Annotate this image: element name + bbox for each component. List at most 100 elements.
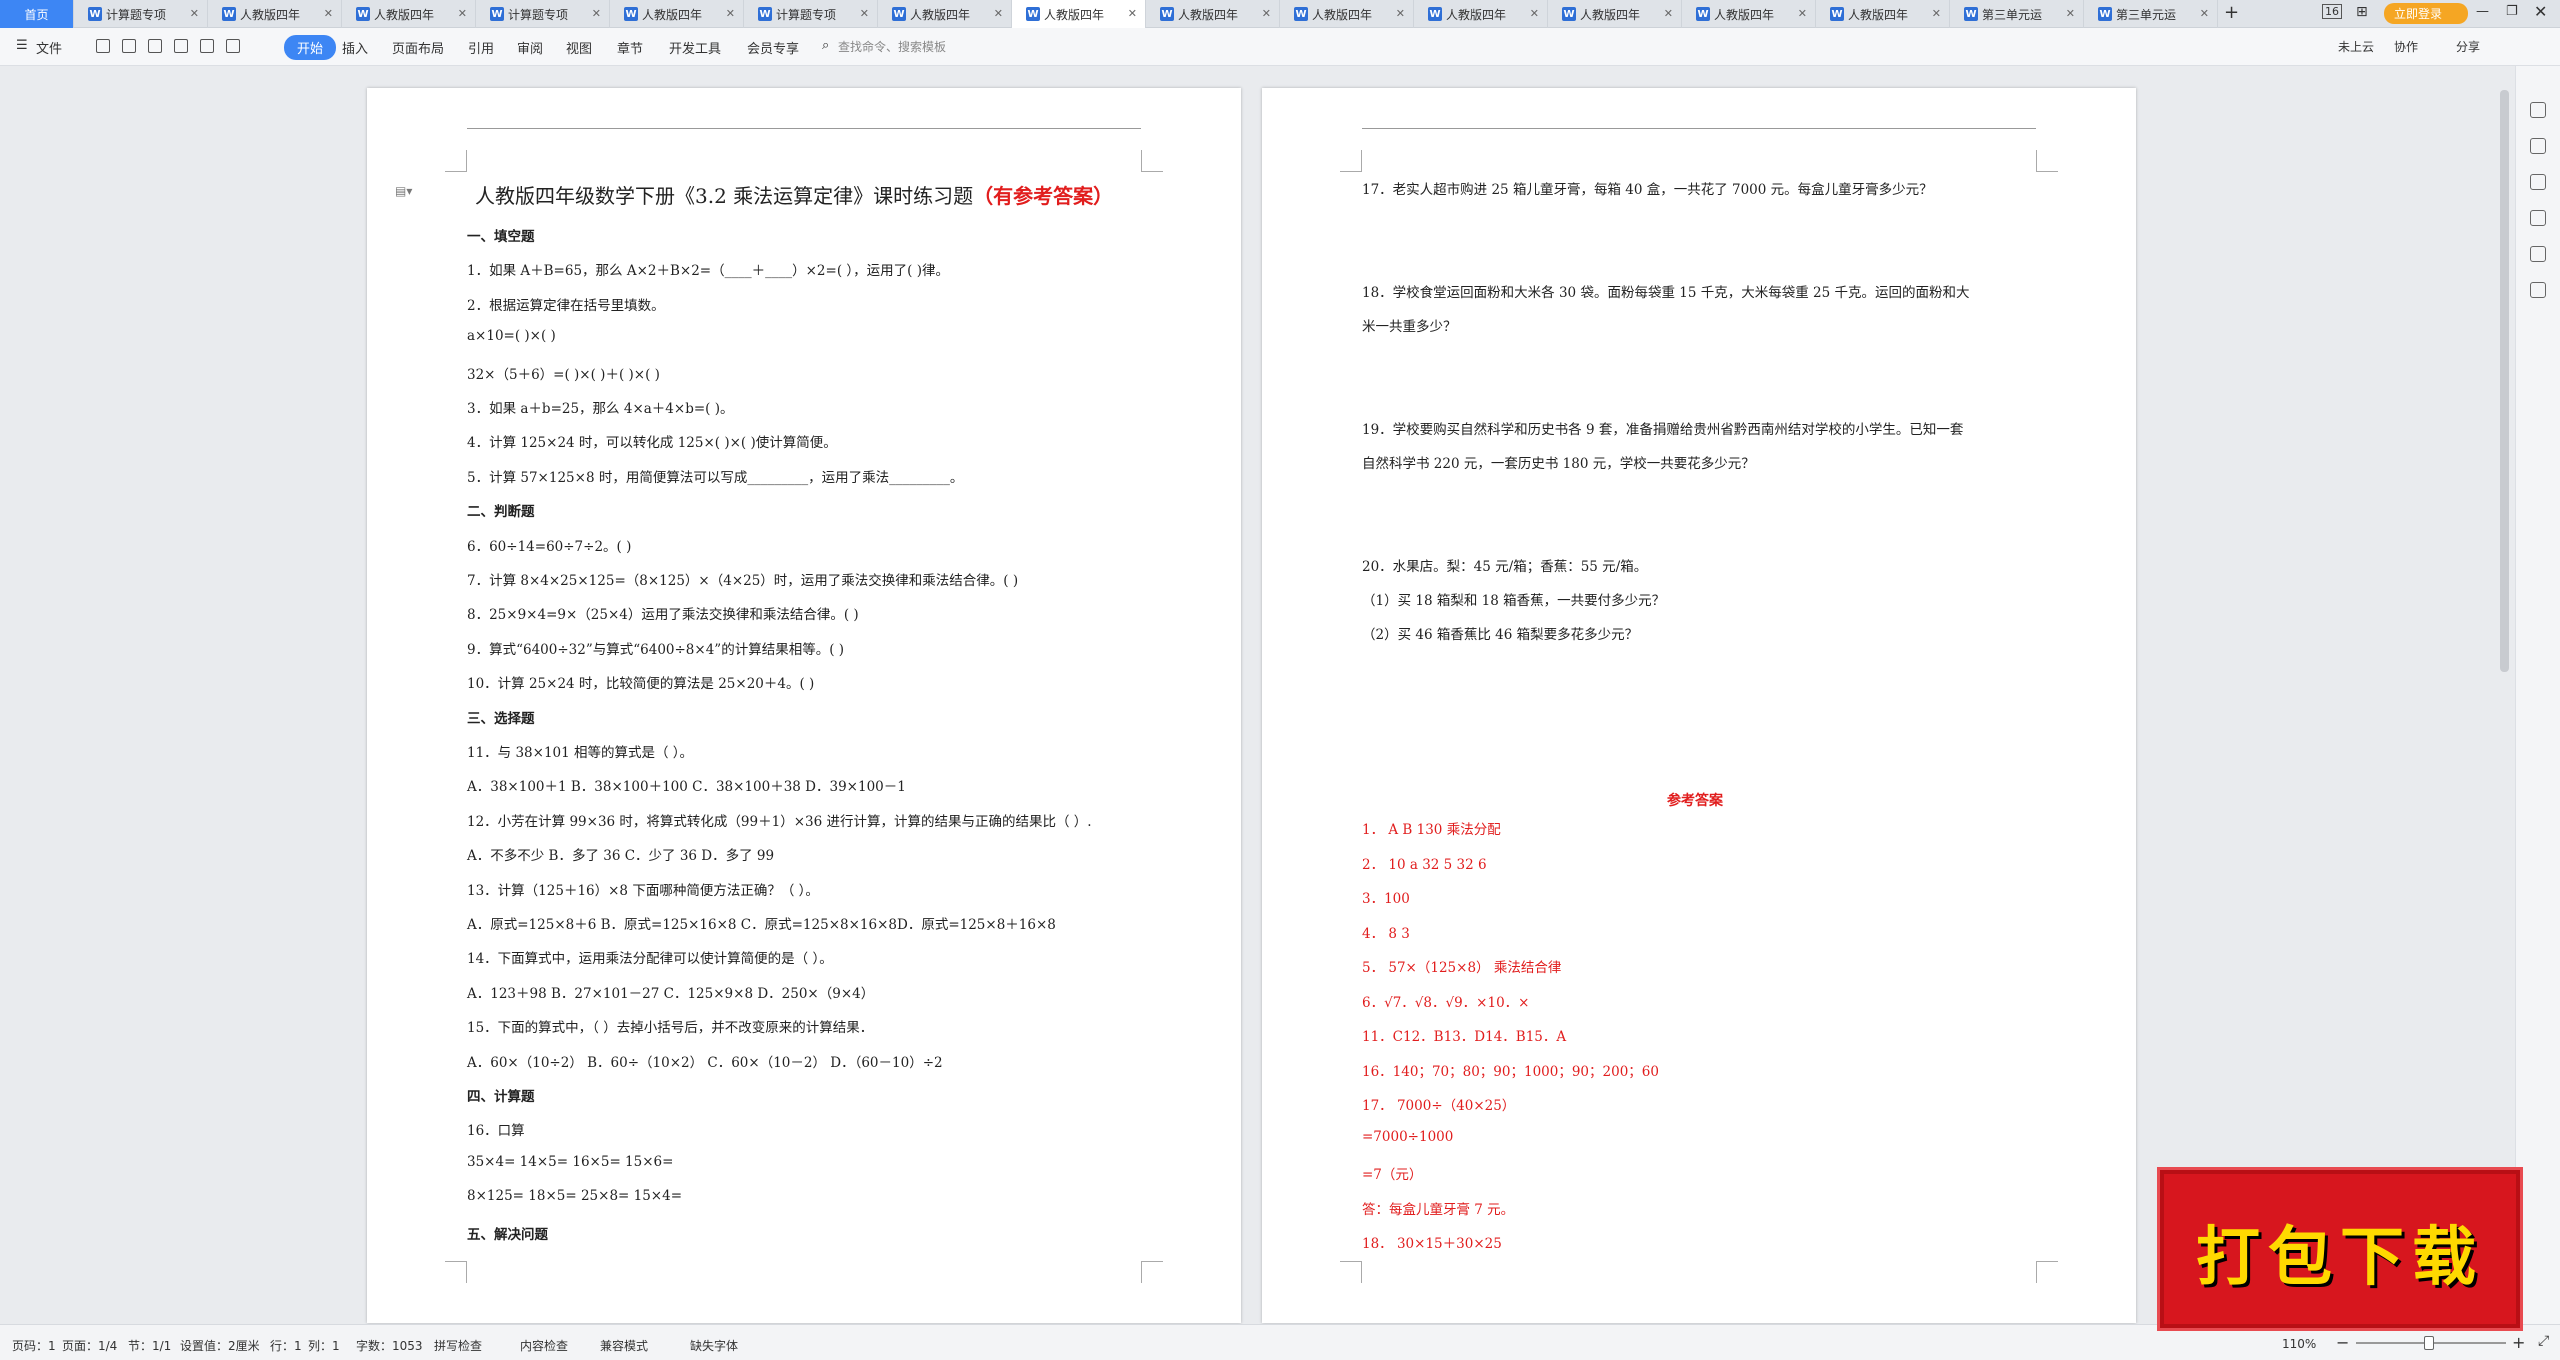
print-preview-icon[interactable] — [174, 39, 188, 53]
question-line: 12．小芳在计算 99×36 时，将算式转化成（99＋1）×36 进行计算，计算… — [467, 813, 1092, 830]
page-header-line — [1362, 128, 2036, 129]
compat-mode[interactable]: 兼容模式 — [600, 1337, 648, 1354]
content-check-button[interactable]: 内容检查 — [520, 1337, 568, 1354]
search-command-input[interactable]: 查找命令、搜索模板 — [838, 38, 946, 55]
close-icon[interactable]: ✕ — [190, 7, 199, 20]
question-line: A．38×100＋1 B．38×100＋100 C．38×100＋38 D．39… — [467, 779, 906, 796]
tab-document[interactable]: W 人教版四年 ✕ — [878, 0, 1012, 28]
tab-document[interactable]: W 人教版四年 ✕ — [1280, 0, 1414, 28]
question-line: 7．计算 8×4×25×125=（8×125）×（4×25）时，运用了乘法交换律… — [467, 573, 1019, 589]
wps-doc-icon: W — [2098, 7, 2112, 21]
tab-document[interactable]: W 人教版四年 ✕ — [1012, 0, 1146, 28]
ribbon-tab[interactable]: 页面布局 — [392, 38, 444, 57]
window-count-badge[interactable]: 16 — [2322, 4, 2342, 19]
zoom-in-icon[interactable]: + — [2512, 1333, 2525, 1352]
close-icon[interactable]: ✕ — [726, 7, 735, 20]
question-line: 2．根据运算定律在括号里填数。 — [467, 297, 665, 314]
cursor-icon[interactable] — [2530, 138, 2546, 154]
edit-icon[interactable] — [2530, 102, 2546, 118]
tab-document[interactable]: W 第三单元运 ✕ — [1950, 0, 2084, 28]
question-line: A．60×（10÷2） B．60÷（10×2） C．60×（10－2） D．（6… — [467, 1054, 943, 1071]
tab-document[interactable]: W 人教版四年 ✕ — [342, 0, 476, 28]
close-icon[interactable]: ✕ — [1128, 7, 1137, 20]
tab-document[interactable]: W 人教版四年 ✕ — [1146, 0, 1280, 28]
ribbon-tab[interactable]: 插入 — [342, 38, 368, 57]
zoom-out-icon[interactable]: − — [2336, 1333, 2349, 1352]
grid-icon[interactable]: ⊞ — [2356, 4, 2368, 20]
fullscreen-icon[interactable]: ⤢ — [2538, 1333, 2549, 1349]
book-icon[interactable] — [2530, 282, 2546, 298]
login-button[interactable]: 立即登录 — [2384, 3, 2469, 24]
close-icon[interactable]: ✕ — [1530, 7, 1539, 20]
crop-mark — [445, 150, 467, 172]
ribbon-tab[interactable]: 章节 — [617, 38, 643, 57]
close-icon[interactable]: ✕ — [860, 7, 869, 20]
minimize-icon[interactable]: — — [2476, 4, 2489, 19]
setting-value[interactable]: 设置值：2厘米 — [180, 1337, 260, 1354]
missing-font-button[interactable]: 缺失字体 — [690, 1337, 738, 1354]
ribbon-tab[interactable]: 引用 — [468, 38, 494, 57]
close-icon[interactable]: ✕ — [1396, 7, 1405, 20]
close-icon[interactable]: ✕ — [1798, 7, 1807, 20]
answer-line: =7（元） — [1362, 1167, 1423, 1183]
tab-document[interactable]: W 人教版四年 ✕ — [208, 0, 342, 28]
menu-icon[interactable]: ☰ — [16, 38, 28, 53]
image-icon[interactable] — [2530, 210, 2546, 226]
adjust-icon[interactable] — [2530, 174, 2546, 190]
close-icon[interactable]: ✕ — [2200, 7, 2209, 20]
close-icon[interactable]: ✕ — [1664, 7, 1673, 20]
word-count[interactable]: 字数：1053 — [356, 1337, 423, 1354]
zoom-level[interactable]: 110% — [2282, 1337, 2316, 1351]
close-icon[interactable]: ✕ — [324, 7, 333, 20]
close-icon[interactable]: ✕ — [592, 7, 601, 20]
tab-document[interactable]: W 人教版四年 ✕ — [1682, 0, 1816, 28]
section-indicator[interactable]: 节：1/1 — [128, 1337, 171, 1354]
tab-home[interactable]: 首页 — [0, 0, 74, 28]
print-icon[interactable] — [148, 39, 162, 53]
wps-doc-icon: W — [1160, 7, 1174, 21]
tab-document[interactable]: W 计算题专项 ✕ — [476, 0, 610, 28]
zoom-slider-thumb[interactable] — [2424, 1336, 2434, 1350]
tab-document[interactable]: W 第三单元运 ✕ — [2084, 0, 2218, 28]
collab-button[interactable]: 协作 — [2394, 38, 2418, 55]
undo-icon[interactable] — [200, 39, 214, 53]
spell-check-button[interactable]: 拼写检查 — [434, 1337, 482, 1354]
redo-icon[interactable] — [226, 39, 240, 53]
close-window-icon[interactable]: ✕ — [2534, 2, 2547, 21]
close-icon[interactable]: ✕ — [458, 7, 467, 20]
close-icon[interactable]: ✕ — [994, 7, 1003, 20]
crop-mark — [1141, 150, 1163, 172]
search-icon[interactable]: ⌕ — [822, 38, 829, 53]
vertical-scrollbar[interactable] — [2500, 90, 2509, 672]
restore-icon[interactable]: ❐ — [2506, 4, 2518, 19]
tab-document[interactable]: W 人教版四年 ✕ — [1414, 0, 1548, 28]
close-icon[interactable]: ✕ — [1262, 7, 1271, 20]
tab-document[interactable]: W 计算题专项 ✕ — [74, 0, 208, 28]
save-icon[interactable] — [96, 39, 110, 53]
ribbon-tab[interactable]: 审阅 — [517, 38, 543, 57]
page-count[interactable]: 页面：1/4 — [62, 1337, 117, 1354]
file-menu[interactable]: 文件 — [36, 38, 62, 57]
share-button[interactable]: 分享 — [2456, 38, 2480, 55]
new-tab-icon[interactable]: + — [2224, 2, 2239, 23]
tab-document[interactable]: W 人教版四年 ✕ — [1548, 0, 1682, 28]
location-icon[interactable] — [2530, 246, 2546, 262]
close-icon[interactable]: ✕ — [2066, 7, 2075, 20]
tab-document[interactable]: W 人教版四年 ✕ — [1816, 0, 1950, 28]
close-icon[interactable]: ✕ — [1932, 7, 1941, 20]
ribbon-tab[interactable]: 开始 — [284, 35, 337, 60]
page-number[interactable]: 页码：1 — [12, 1337, 56, 1354]
row-indicator[interactable]: 行：1 — [270, 1337, 302, 1354]
tab-document[interactable]: W 人教版四年 ✕ — [610, 0, 744, 28]
cloud-status[interactable]: 未上云 — [2338, 38, 2374, 55]
paragraph-icon[interactable]: ▤▾ — [395, 184, 412, 198]
wps-doc-icon: W — [490, 7, 504, 21]
ribbon-tab[interactable]: 开发工具 — [669, 38, 721, 57]
tab-label: 计算题专项 — [508, 7, 569, 22]
column-indicator[interactable]: 列：1 — [308, 1337, 340, 1354]
export-icon[interactable] — [122, 39, 136, 53]
ribbon-tab[interactable]: 会员专享 — [747, 38, 799, 57]
tab-document[interactable]: W 计算题专项 ✕ — [744, 0, 878, 28]
download-banner[interactable]: 打包下载 — [2160, 1170, 2520, 1328]
ribbon-tab[interactable]: 视图 — [566, 38, 592, 57]
